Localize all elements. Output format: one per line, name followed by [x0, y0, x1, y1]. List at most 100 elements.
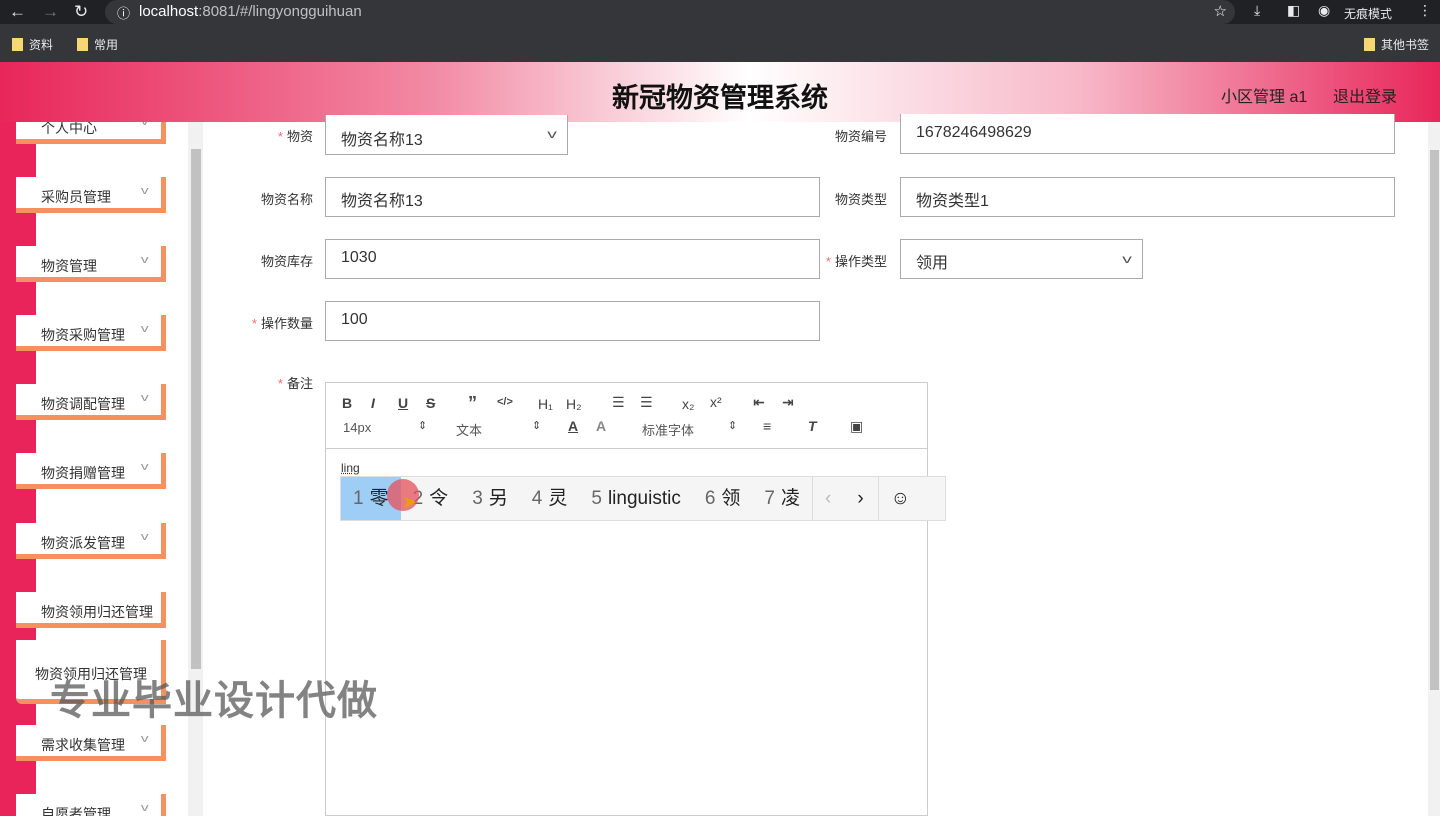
ime-candidate[interactable]: 3另	[460, 477, 520, 520]
chevron-down-icon: v	[140, 323, 149, 335]
bianhao-input[interactable]: 1678246498629	[900, 114, 1395, 154]
main-scroll-thumb[interactable]	[1430, 150, 1439, 690]
h1-icon[interactable]: H₁	[538, 396, 553, 412]
caozuo-select[interactable]: 领用 v	[900, 239, 1143, 279]
chevron-down-icon: v	[547, 127, 557, 141]
strike-icon[interactable]: S	[426, 395, 435, 411]
beizhu-label: * 备注	[277, 376, 313, 391]
back-icon[interactable]: ←	[9, 2, 26, 22]
sidebar-item[interactable]: 物资领用归还管理	[16, 592, 166, 628]
blockquote-icon[interactable]: ”	[468, 393, 477, 414]
menu-icon[interactable]: ⋮	[1418, 2, 1432, 19]
bookmark-folder[interactable]: 常用	[77, 36, 118, 53]
sidebar-item[interactable]: 物资派发管理 v	[16, 523, 166, 559]
sidebar-item-label: 采购员管理	[41, 189, 111, 205]
header-select[interactable]: 文本	[456, 420, 482, 439]
leixing-input[interactable]: 物资类型1	[900, 177, 1395, 217]
bookmark-folder[interactable]: 资料	[12, 36, 53, 53]
underline-icon[interactable]: U	[398, 395, 408, 411]
align-icon[interactable]: ≡	[763, 418, 771, 434]
font-color-icon[interactable]: A	[568, 418, 578, 434]
bookmark-label: 资料	[29, 38, 54, 52]
chevron-down-icon: v	[140, 392, 149, 404]
font-family-select[interactable]: 标准字体	[642, 420, 694, 439]
sidebar-item-label: 物资采购管理	[41, 327, 125, 343]
emoji-icon[interactable]: ☺	[877, 477, 922, 520]
bold-icon[interactable]: B	[342, 395, 352, 411]
folder-icon	[77, 38, 88, 51]
ime-next-icon[interactable]: ›	[843, 477, 877, 520]
sidepanel-icon[interactable]: ◧	[1287, 2, 1300, 19]
chevron-down-icon: v	[140, 185, 149, 197]
sidebar-item-label: 物资管理	[41, 258, 97, 274]
sidebar-item[interactable]: 个人中心 v	[16, 122, 166, 144]
ime-candidate[interactable]: 5 linguistic	[579, 477, 692, 520]
image-icon[interactable]: ▣	[850, 418, 863, 435]
subscript-icon[interactable]: x₂	[682, 396, 694, 412]
kucun-input[interactable]: 1030	[325, 239, 820, 279]
ordered-list-icon[interactable]: ☰	[612, 394, 625, 411]
url-path: :8081/#/lingyongguihuan	[198, 3, 362, 20]
forward-icon[interactable]: →	[42, 2, 59, 22]
updown-icon: ⇕	[728, 420, 738, 432]
ime-candidate[interactable]: 4灵	[520, 477, 580, 520]
sidebar-scroll-thumb[interactable]	[191, 149, 201, 669]
other-bookmarks[interactable]: 其他书签	[1364, 36, 1429, 53]
bookmark-label: 其他书签	[1381, 38, 1430, 52]
ime-candidate[interactable]: 6领	[693, 477, 753, 520]
chevron-down-icon: v	[1122, 252, 1132, 266]
clear-format-icon[interactable]: T	[808, 418, 817, 434]
chevron-down-icon: v	[140, 461, 149, 473]
chevron-down-icon: v	[140, 733, 149, 745]
sidebar-item[interactable]: 采购员管理 v	[16, 177, 166, 213]
sidebar-item[interactable]: 物资捐赠管理 v	[16, 453, 166, 489]
folder-icon	[12, 38, 23, 51]
sidebar-item[interactable]: 需求收集管理 v	[16, 725, 166, 761]
reload-icon[interactable]: ↻	[74, 2, 88, 22]
mingcheng-input[interactable]: 物资名称13	[325, 177, 820, 217]
logout-link[interactable]: 退出登录	[1333, 83, 1397, 107]
address-bar[interactable]: ⓘ localhost:8081/#/lingyongguihuan ☆	[105, 0, 1235, 24]
indent-icon[interactable]: ⇥	[782, 394, 794, 411]
code-icon[interactable]: </>	[497, 396, 513, 408]
font-size-select[interactable]: 14px	[343, 420, 371, 435]
h2-icon[interactable]: H₂	[566, 396, 582, 412]
ime-candidate-bar: 1零 2令 3另 4灵 5linguistic 6领 7凌 ‹ › ☺	[340, 476, 946, 521]
folder-icon	[1364, 38, 1375, 51]
chevron-down-icon: v	[140, 802, 149, 814]
watermark: 专业毕业设计代做	[50, 679, 378, 723]
mingcheng-label: 物资名称	[260, 192, 313, 207]
incognito-label: 无痕模式	[1344, 7, 1393, 21]
shuliang-input[interactable]: 100	[325, 301, 820, 341]
italic-icon[interactable]: I	[371, 395, 375, 411]
bookmarks-bar: 资料 常用 其他书签	[0, 24, 1440, 62]
current-user: 小区管理 a1	[1221, 89, 1308, 106]
updown-icon: ⇕	[532, 420, 542, 432]
sidebar-item-label: 物资领用归还管理	[41, 604, 153, 620]
bookmark-label: 常用	[94, 38, 119, 52]
sidebar-item[interactable]: 物资管理 v	[16, 246, 166, 282]
sidebar-item-label: 物资调配管理	[41, 396, 125, 412]
ime-candidate[interactable]: 7凌	[752, 477, 812, 520]
caozuo-label: * 操作类型	[825, 254, 887, 269]
chevron-down-icon: v	[140, 254, 149, 266]
sidebar-item[interactable]: 物资调配管理 v	[16, 384, 166, 420]
ime-prev-icon[interactable]: ‹	[812, 477, 843, 520]
cursor-icon: ➤	[402, 492, 418, 512]
caozuo-value: 领用	[916, 255, 949, 272]
chevron-down-icon: v	[140, 531, 149, 543]
sidebar-item[interactable]: 自愿者管理 v	[16, 794, 166, 816]
bullet-list-icon[interactable]: ☰	[640, 394, 653, 411]
star-icon[interactable]: ☆	[1214, 2, 1227, 20]
sidebar-item-label: 物资派发管理	[41, 535, 125, 551]
sidebar-item[interactable]: 物资采购管理 v	[16, 315, 166, 351]
leixing-label: 物资类型	[834, 192, 887, 207]
download-icon[interactable]: ⤓	[1254, 2, 1260, 19]
wuzi-select[interactable]: 物资名称13 v	[325, 115, 568, 155]
superscript-icon[interactable]: x²	[710, 394, 722, 410]
outdent-icon[interactable]: ⇤	[753, 394, 765, 411]
shuliang-label: * 操作数量	[251, 316, 313, 331]
wuzi-label: * 物资	[277, 129, 313, 144]
sidebar-item-label: 需求收集管理	[41, 737, 125, 753]
background-color-icon[interactable]: A	[596, 418, 606, 434]
